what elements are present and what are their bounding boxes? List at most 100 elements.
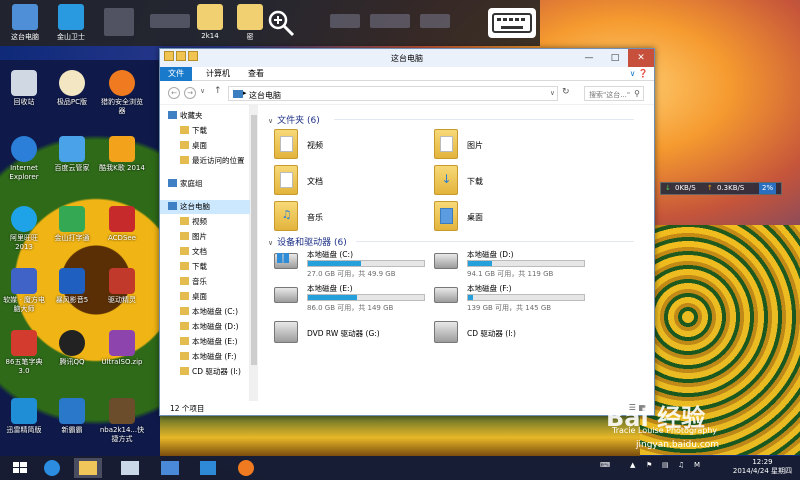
desktop-icon-ultraiso[interactable]: UltraISO.zip [98, 330, 146, 367]
drives-header[interactable]: ∨ 设备和驱动器 (6) [268, 235, 347, 248]
help-icon[interactable]: ∨ ❓ [630, 69, 648, 78]
start-button[interactable] [6, 458, 34, 478]
folders-header[interactable]: ∨ 文件夹 (6) [268, 113, 320, 126]
taskbar-app-4[interactable] [156, 458, 184, 478]
drive-i-cd[interactable]: CD 驱动器 (I:) [434, 321, 594, 351]
up-button[interactable]: ↑ [214, 86, 222, 96]
drive-usage-bar [467, 260, 585, 267]
cd-drive-icon [434, 321, 458, 343]
folder-desktop[interactable]: 桌面 [434, 201, 584, 235]
forward-button[interactable]: → [184, 87, 196, 99]
folder-music[interactable]: ♫ 音乐 [274, 201, 424, 235]
drive-icon [434, 253, 458, 269]
nav-folder-icon [180, 322, 189, 330]
drive-g-dvd[interactable]: DVD RW 驱动器 (G:) [274, 321, 434, 351]
folder-downloads[interactable]: ↓ 下载 [434, 165, 584, 199]
drive-d[interactable]: 本地磁盘 (D:) 94.1 GB 可用，共 119 GB [434, 249, 594, 279]
close-button[interactable]: ✕ [628, 49, 654, 67]
tab-file[interactable]: 文件 [160, 67, 192, 81]
nav-item[interactable]: CD 驱动器 (I:) [160, 365, 250, 379]
desktop-icon-kuwo[interactable]: 酷我K歌 2014 [98, 136, 146, 173]
music-folder-icon: ♫ [274, 201, 298, 231]
address-dropdown-icon[interactable]: ∨ [550, 89, 555, 97]
nav-item[interactable]: 音乐 [160, 275, 250, 289]
nav-item[interactable]: 文档 [160, 245, 250, 259]
nav-item[interactable]: 下载 [160, 260, 250, 274]
recent-locations-icon[interactable]: ∨ [200, 87, 205, 95]
topbar-this-pc[interactable]: 这台电脑 [4, 4, 46, 42]
taskbar-liebao[interactable] [232, 458, 260, 478]
thunder-icon [11, 398, 37, 424]
desktop-icon-nba2k14[interactable]: nba2k14...快捷方式 [98, 398, 146, 444]
nav-item[interactable]: 桌面 [160, 139, 250, 153]
nav-item[interactable]: 收藏夹 [160, 109, 250, 123]
blurred-icon [104, 8, 134, 36]
topbar-mi[interactable]: 密 [236, 4, 264, 42]
desktop-icon-ie[interactable]: Internet Explorer [0, 136, 48, 182]
taskbar-file-explorer[interactable] [74, 458, 102, 478]
desktop-icon-thunder[interactable]: 迅雷精简版 [0, 398, 48, 435]
desktop-icon-typing[interactable]: 金山打字通 [48, 206, 96, 243]
nav-item[interactable]: 家庭组 [160, 177, 250, 191]
nav-item[interactable]: 本地磁盘 (C:) [160, 305, 250, 319]
folder-videos[interactable]: 视频 [274, 129, 424, 163]
back-button[interactable]: ← [168, 87, 180, 99]
minimize-button[interactable]: — [576, 49, 602, 67]
clock[interactable]: 12:29 2014/4/24 星期四 [733, 458, 792, 476]
drive-f[interactable]: 本地磁盘 (F:) 139 GB 可用，共 145 GB [434, 283, 594, 313]
flag-icon[interactable]: ⚑ [646, 461, 652, 469]
desktop-icon-qq[interactable]: 腾讯QQ [48, 330, 96, 367]
nav-item[interactable]: 图片 [160, 230, 250, 244]
zoom-in-icon[interactable] [266, 8, 296, 38]
address-bar[interactable]: ▸ 这台电脑 ∨ [228, 86, 558, 101]
desktop-icon-recycle-bin[interactable]: 回收站 [0, 70, 48, 107]
maximize-button[interactable]: □ [602, 49, 628, 67]
tab-computer[interactable]: 计算机 [198, 67, 238, 81]
nav-folder-icon [180, 141, 189, 149]
tray-expand-icon[interactable]: ▲ [630, 461, 635, 469]
search-box[interactable]: 搜索"这台..." ⚲ [584, 86, 644, 101]
keyboard-tray-icon[interactable]: ⌨ [600, 461, 610, 469]
desktop-icon-mofang[interactable]: 软媒 · 魔方电脑大师 [0, 268, 48, 314]
taskbar-app-5[interactable] [194, 458, 222, 478]
nav-item[interactable]: 视频 [160, 215, 250, 229]
baofeng-icon [59, 268, 85, 294]
nav-item[interactable]: 最近访问的位置 [160, 154, 250, 168]
nav-item[interactable]: 本地磁盘 (E:) [160, 335, 250, 349]
drive-c[interactable]: 本地磁盘 (C:) 27.0 GB 可用，共 49.9 GB [274, 249, 434, 279]
folder-pictures[interactable]: 图片 [434, 129, 584, 163]
desktop-icon-jipin[interactable]: 极品PC版 [48, 70, 96, 107]
nav-item[interactable]: 桌面 [160, 290, 250, 304]
desktop-icon-aliwangwang[interactable]: 阿里旺旺 2013 [0, 206, 48, 252]
nav-item-label: 音乐 [192, 277, 207, 286]
folder-icon [197, 4, 223, 30]
nav-item-label: 文档 [192, 247, 207, 256]
desktop-icon-86wubi[interactable]: 86五笔字典 3.0 [0, 330, 48, 376]
volume-icon[interactable]: ♫ [678, 461, 684, 469]
nav-item[interactable]: 本地磁盘 (F:) [160, 350, 250, 364]
blurred-icon [420, 14, 450, 28]
refresh-icon[interactable]: ↻ [562, 87, 570, 97]
tab-view[interactable]: 查看 [240, 67, 272, 81]
documents-folder-icon [274, 165, 298, 195]
taskbar-ie[interactable] [38, 458, 66, 478]
ime-indicator[interactable]: M [694, 461, 700, 469]
desktop-icon-qudong[interactable]: 驱动精灵 [98, 268, 146, 305]
folder-documents[interactable]: 文档 [274, 165, 424, 199]
topbar-2k14[interactable]: 2k14 [192, 4, 228, 40]
desktop-icon-acdsee[interactable]: ACDSee [98, 206, 146, 243]
desktop-icon-xinbaba[interactable]: 新霸霸 [48, 398, 96, 435]
taskbar-app-3[interactable] [116, 458, 144, 478]
desktop-icon-liebao[interactable]: 猎豹安全浏览器 [98, 70, 146, 116]
desktop-icon-baiduyun[interactable]: 百度云管家 [48, 136, 96, 173]
network-icon[interactable]: ▤ [662, 461, 669, 469]
nav-item[interactable]: 下载 [160, 124, 250, 138]
keyboard-icon[interactable] [488, 8, 536, 38]
nav-item[interactable]: 这台电脑 [160, 200, 250, 214]
nav-scrollbar[interactable] [250, 105, 258, 401]
nav-item-label: 下载 [192, 262, 207, 271]
topbar-kingsoft-guard[interactable]: 金山卫士 [50, 4, 92, 42]
desktop-icon-baofeng[interactable]: 暴风影音5 [48, 268, 96, 305]
nav-item[interactable]: 本地磁盘 (D:) [160, 320, 250, 334]
drive-e[interactable]: 本地磁盘 (E:) 86.0 GB 可用，共 149 GB [274, 283, 434, 313]
